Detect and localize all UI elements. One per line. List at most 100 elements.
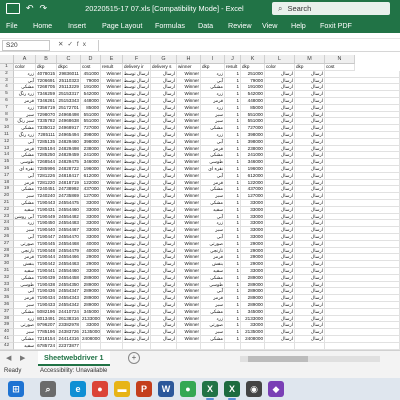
table-cell[interactable]: 7190445 — [36, 240, 57, 248]
camera-icon[interactable]: ◉ — [246, 381, 262, 397]
table-cell[interactable]: ارسال — [265, 295, 295, 302]
table-cell[interactable]: Winner — [177, 227, 201, 234]
table-cell[interactable]: 9796207 — [36, 322, 57, 330]
table-cell[interactable]: ارسال توسط — [123, 145, 151, 153]
table-cell[interactable]: ارسال توسط — [123, 336, 151, 343]
table-cell[interactable]: آبی — [14, 288, 36, 296]
table-cell[interactable]: ارسال توسط — [123, 77, 151, 85]
table-cell[interactable]: مشکی — [14, 200, 36, 207]
header-cell[interactable]: dkp — [241, 64, 265, 71]
table-cell[interactable]: 24738992 — [57, 186, 81, 194]
table-cell[interactable] — [325, 274, 400, 282]
table-cell[interactable] — [325, 247, 400, 255]
table-cell[interactable]: ارسال — [265, 322, 295, 330]
table-cell[interactable]: ارسال توسط — [123, 172, 151, 180]
table-cell[interactable]: آبی — [14, 234, 36, 241]
table-cell[interactable]: صورتی — [201, 240, 225, 248]
table-cell[interactable]: ارسال توسط — [123, 111, 151, 119]
table-cell[interactable]: ارسال — [265, 138, 295, 146]
table-cell[interactable]: ارسال — [265, 186, 295, 194]
table-cell[interactable]: ارسال — [295, 84, 325, 92]
table-cell[interactable] — [325, 329, 400, 336]
table-cell[interactable]: سبز رنگ — [14, 118, 36, 126]
table-cell[interactable]: 33000 — [81, 213, 101, 221]
table-cell[interactable]: 1 — [225, 240, 241, 248]
table-cell[interactable]: 1 — [225, 179, 241, 187]
table-cell[interactable]: ارسال توسط — [123, 247, 151, 255]
table-cell[interactable] — [325, 91, 400, 98]
table-cell[interactable]: ارسال توسط — [123, 274, 151, 282]
table-cell[interactable]: ارسال توسط — [123, 268, 151, 275]
table-cell[interactable]: Winner — [177, 77, 201, 85]
table-cell[interactable]: 1 — [225, 213, 241, 221]
table-cell[interactable]: ارسال توسط — [123, 254, 151, 262]
table-cell[interactable] — [325, 281, 400, 289]
table-cell[interactable]: ارسال — [151, 240, 177, 248]
column-header[interactable]: L — [265, 55, 295, 64]
table-cell[interactable]: زرد — [201, 132, 225, 139]
table-cell[interactable]: 127000 — [81, 193, 101, 200]
table-cell[interactable]: 196000 — [81, 166, 101, 173]
table-cell[interactable]: 7190438 — [36, 281, 57, 289]
table-cell[interactable]: 1 — [225, 125, 241, 132]
table-cell[interactable]: Winner — [101, 227, 123, 234]
table-cell[interactable]: 551000 — [81, 111, 101, 119]
table-cell[interactable]: Winner — [101, 77, 123, 85]
table-cell[interactable]: 40000 — [81, 240, 101, 248]
table-cell[interactable]: زرد — [14, 70, 36, 78]
table-cell[interactable]: ارسال — [151, 308, 177, 316]
table-cell[interactable]: 7346261 — [36, 98, 57, 105]
table-cell[interactable]: 289000 — [241, 274, 265, 282]
table-cell[interactable]: ارسال — [151, 295, 177, 302]
table-cell[interactable] — [123, 342, 151, 350]
select-all-corner[interactable] — [0, 55, 14, 64]
table-cell[interactable] — [201, 342, 225, 350]
table-cell[interactable] — [325, 261, 400, 268]
table-cell[interactable]: سبز — [14, 227, 36, 234]
table-cell[interactable]: 6785724 — [36, 342, 57, 350]
table-cell[interactable]: Winner — [177, 261, 201, 268]
table-cell[interactable]: Winner — [101, 295, 123, 302]
table-cell[interactable]: سبز — [201, 227, 225, 234]
table-cell[interactable]: 289000 — [81, 288, 101, 296]
search-icon[interactable]: ⌕ — [40, 381, 56, 397]
table-cell[interactable]: ارسال — [295, 234, 325, 241]
table-cell[interactable]: ارسال — [295, 118, 325, 126]
row-header[interactable]: 5 — [0, 91, 14, 98]
table-cell[interactable]: قرمز — [14, 98, 36, 105]
table-cell[interactable]: ارسال — [295, 138, 325, 146]
table-cell[interactable]: قرمز — [14, 295, 36, 302]
header-cell[interactable]: dkp — [295, 64, 325, 71]
table-cell[interactable]: 1 — [225, 247, 241, 255]
table-cell[interactable]: ارسال — [151, 261, 177, 268]
formula-input[interactable] — [98, 40, 396, 51]
table-cell[interactable]: 1 — [225, 104, 241, 112]
table-cell[interactable]: Winner — [101, 268, 123, 275]
table-cell[interactable]: ارسال توسط — [123, 159, 151, 166]
table-cell[interactable]: 1 — [225, 308, 241, 316]
table-cell[interactable]: آبی — [14, 172, 36, 180]
table-cell[interactable]: ارسال — [151, 172, 177, 180]
table-cell[interactable]: ارسال توسط — [123, 302, 151, 309]
table-cell[interactable]: 24554342 — [57, 302, 81, 309]
column-header[interactable]: I — [201, 55, 225, 64]
table-cell[interactable]: ارسال — [265, 268, 295, 275]
table-cell[interactable]: Winner — [177, 152, 201, 160]
redo-icon[interactable]: ↷ — [40, 3, 48, 14]
table-cell[interactable]: 127000 — [241, 193, 265, 200]
table-cell[interactable]: Winner — [177, 70, 201, 78]
table-cell[interactable]: 24968917 — [57, 125, 81, 132]
table-cell[interactable]: 7190431 — [36, 206, 57, 214]
table-cell[interactable]: Winner — [177, 200, 201, 207]
table-cell[interactable]: سبز — [14, 193, 36, 200]
row-header[interactable]: 26 — [0, 234, 14, 241]
table-cell[interactable]: Winner — [177, 254, 201, 262]
table-cell[interactable] — [225, 342, 241, 350]
excel-icon[interactable]: X — [202, 381, 218, 400]
table-cell[interactable]: Winner — [177, 166, 201, 173]
table-cell[interactable]: ارسال — [295, 220, 325, 228]
table-cell[interactable]: سبز — [14, 329, 36, 336]
table-cell[interactable]: ارسال — [151, 98, 177, 105]
table-cell[interactable]: Winner — [101, 70, 123, 78]
table-cell[interactable]: 289000 — [81, 295, 101, 302]
